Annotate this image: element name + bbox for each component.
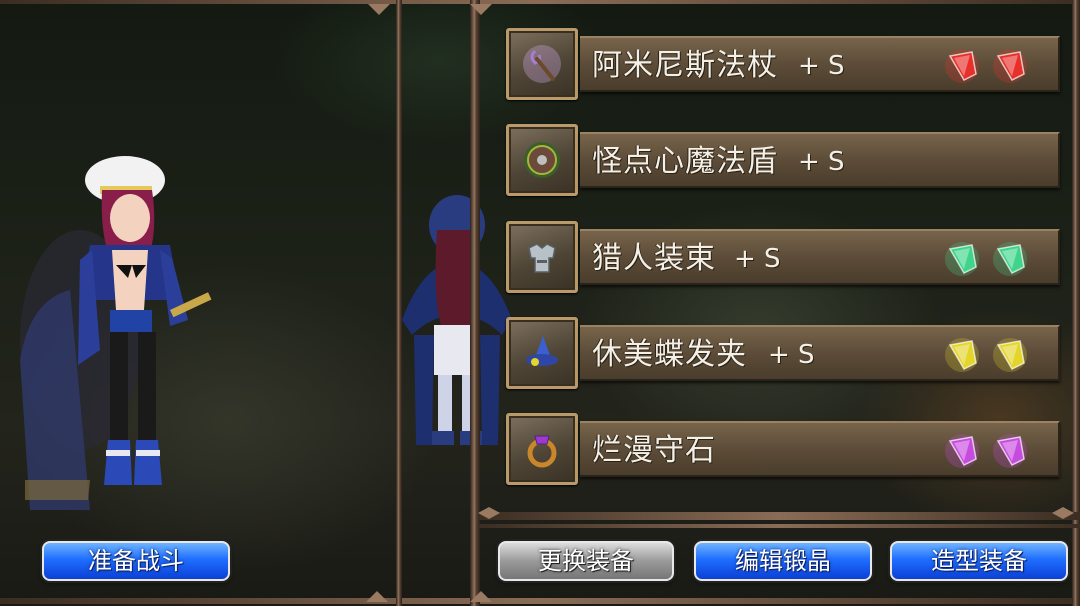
- frame-corner-ornament: [478, 506, 500, 520]
- crystal-gem-icon: [942, 335, 982, 375]
- item-name: 怪点心魔法盾: [592, 144, 778, 179]
- change-equipment-button[interactable]: 更换装备: [498, 541, 674, 581]
- crystal-gem-icon: [942, 46, 982, 86]
- frame-corner-ornament: [368, 2, 390, 16]
- item-name-plate: 烂漫守石: [580, 421, 1060, 477]
- item-name-plate: 猎人装束 + S: [580, 229, 1060, 285]
- refine-level: + S: [798, 51, 845, 81]
- crystal-gem-icon: [942, 431, 982, 471]
- crystal-gem-icon: [990, 46, 1030, 86]
- equipment-row-special[interactable]: 烂漫守石: [506, 413, 1060, 485]
- frame-bottom: [0, 598, 1080, 604]
- staff-icon: [523, 45, 561, 83]
- equipment-row-accessory[interactable]: 休美蝶发夹 + S: [506, 317, 1060, 389]
- item-name: 猎人装束: [592, 241, 716, 276]
- refine-level: + S: [734, 244, 781, 274]
- item-name-plate: 休美蝶发夹 + S: [580, 325, 1060, 381]
- frame-divider-left: [396, 0, 402, 606]
- refine-level: + S: [768, 340, 815, 370]
- equipment-slot[interactable]: [506, 221, 578, 293]
- equipment-slot[interactable]: [506, 413, 578, 485]
- prepare-battle-button[interactable]: 准备战斗: [42, 541, 230, 581]
- frame-corner-ornament: [470, 2, 492, 16]
- crystal-gem-icon: [942, 239, 982, 279]
- ring-icon: [527, 435, 557, 468]
- ally-character: [392, 185, 522, 460]
- equipment-slot[interactable]: [506, 28, 578, 100]
- frame-corner-ornament: [366, 590, 388, 604]
- style-equipment-button[interactable]: 造型装备: [890, 541, 1068, 581]
- crystal-gem-icon: [990, 335, 1030, 375]
- hat-icon: [526, 336, 558, 366]
- crystal-gem-icon: [990, 431, 1030, 471]
- frame-top: [0, 0, 1080, 4]
- equipment-row-shield[interactable]: 怪点心魔法盾 + S: [506, 124, 1060, 196]
- item-name: 阿米尼斯法杖: [592, 48, 778, 83]
- equipment-slot[interactable]: [506, 124, 578, 196]
- armor-icon: [528, 243, 556, 273]
- edit-crystal-button[interactable]: 编辑锻晶: [694, 541, 872, 581]
- frame-corner-ornament: [1052, 506, 1074, 520]
- equipment-row-armor[interactable]: 猎人装束 + S: [506, 221, 1060, 293]
- item-name: 烂漫守石: [592, 433, 716, 468]
- frame-button-bar-top: [478, 524, 1080, 528]
- frame-panel-bottom: [478, 512, 1080, 520]
- equipment-slot[interactable]: [506, 317, 578, 389]
- player-character: [20, 150, 260, 520]
- item-name: 休美蝶发夹: [592, 337, 747, 372]
- shield-icon: [524, 142, 560, 178]
- crystal-gem-icon: [990, 239, 1030, 279]
- frame-corner-ornament: [470, 590, 492, 604]
- equipment-row-weapon[interactable]: 阿米尼斯法杖 + S: [506, 28, 1060, 100]
- item-name-plate: 怪点心魔法盾 + S: [580, 132, 1060, 188]
- item-name-plate: 阿米尼斯法杖 + S: [580, 36, 1060, 92]
- refine-level: + S: [798, 147, 845, 177]
